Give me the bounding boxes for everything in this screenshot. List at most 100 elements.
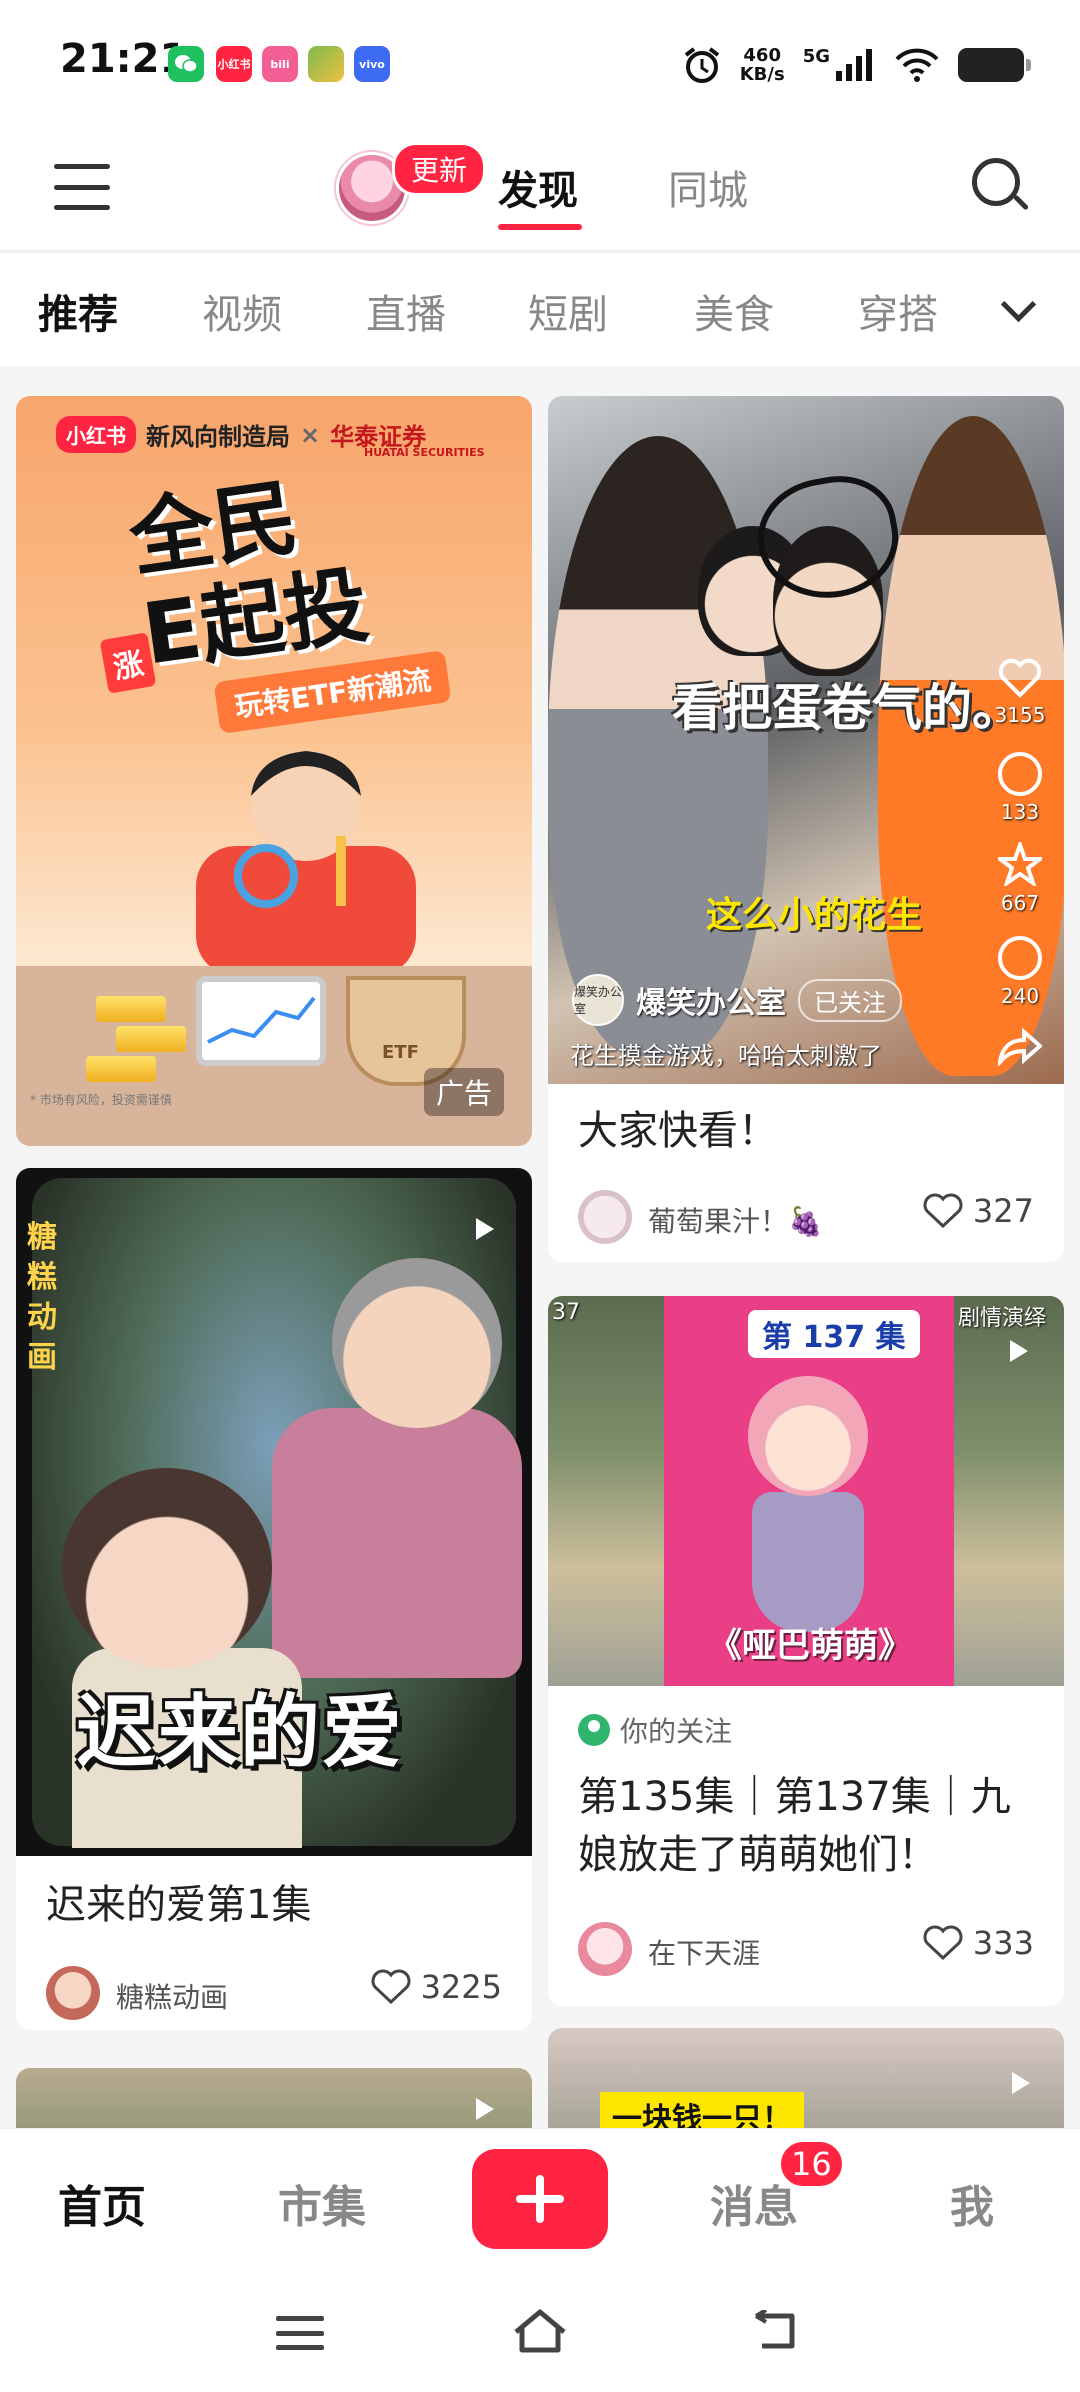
card-author[interactable]: 在下天涯 [648,1932,760,1972]
feed-card-partial[interactable] [16,2068,532,2128]
card-title: 大家快看！ [578,1108,778,1154]
video-collect-stat[interactable]: 667 [990,839,1050,915]
granny-figure [272,1408,522,1678]
play-icon [468,2094,498,2124]
cartoon-cover-title: 迟来的爱 [76,1686,404,1779]
back-icon[interactable] [752,2310,802,2352]
girl-head [62,1468,272,1668]
card-author[interactable]: 糖糕动画 [116,1976,228,2016]
category-food[interactable]: 美食 [694,282,774,340]
nav-market[interactable]: 市集 [278,2171,366,2235]
category-recommend[interactable]: 推荐 [38,282,118,340]
gold-bar [116,1026,186,1052]
ad-card[interactable]: 小红书 新风向制造局 × 华泰证券 HUATAI SECURITIES 全民 E… [16,396,532,1146]
home-icon[interactable] [512,2308,568,2356]
video-author-name: 爆笑办公室 [636,986,786,1021]
video-share-stat[interactable]: 240 [990,936,1050,1008]
video-comment-stat[interactable]: 133 [990,752,1050,824]
ad-rise-sign: 涨 [99,632,157,694]
emoji-icon [998,936,1042,980]
cartoon-brand-vertical: 糖糕动画 [27,1220,57,1375]
anime-card[interactable]: 37 剧情演绎 第 137 集 《哑巴萌萌》 你的关注 第135集｜第137集｜… [548,1296,1064,2006]
cartoon-card[interactable]: 糖糕动画 迟来的爱 迟来的爱第1集 糖糕动画 3225 [16,1168,532,2030]
video-card[interactable]: 看把蛋卷气的。 这么小的花生 3155 133 667 240 爆笑办公室 爆笑… [548,396,1064,1262]
vivo-icon: vivo [354,46,390,82]
top-header: 更新 发现 同城 [0,130,1080,252]
category-short-drama[interactable]: 短剧 [528,282,608,340]
publish-plus-button[interactable] [472,2149,608,2249]
status-bar: 21:21 小红书 bili vivo 460 KB/s 5G [0,0,1080,130]
nav-me[interactable]: 我 [950,2171,994,2235]
episode-badge: 第 137 集 [748,1310,920,1358]
anime-dress [752,1492,864,1632]
system-nav-bar [0,2268,1080,2392]
video-author[interactable]: 爆笑办公室 爆笑办公室 已关注 [572,974,902,1026]
game-icon [308,46,344,82]
wifi-icon [895,48,939,82]
app-screen: 21:21 小红书 bili vivo 460 KB/s 5G 更新 发现 同城 [0,0,1080,2392]
avatar[interactable] [578,1190,632,1244]
menu-icon[interactable] [54,164,110,210]
anime-corner-right: 剧情演绎 [957,1306,1046,1331]
video-author-avatar: 爆笑办公室 [572,974,624,1026]
search-icon[interactable] [970,156,1030,216]
play-icon [468,1214,498,1244]
bilibili-icon: bili [262,46,298,82]
category-outfit[interactable]: 穿搭 [858,282,938,340]
like-count[interactable]: 327 [923,1192,1034,1230]
chevron-down-icon[interactable] [1000,290,1034,324]
star-icon [994,839,1046,889]
xiaohongshu-icon: 小红书 [216,46,252,82]
video-like-stat[interactable]: 3155 [990,658,1050,727]
tab-discover[interactable]: 发现 [498,158,578,216]
follow-note: 你的关注 [578,1710,732,1750]
anime-corner-left: 37 [552,1300,580,1325]
heart-icon [923,1193,963,1229]
ad-tablet [196,976,326,1066]
bottom-nav: 首页 市集 消息 16 我 [0,2128,1080,2268]
avatar[interactable] [46,1966,100,2020]
recent-apps-icon[interactable] [276,2316,324,2350]
cartoon-cover-image: 糖糕动画 迟来的爱 [16,1168,532,1856]
anime-girl [748,1376,868,1496]
messages-badge: 16 [778,2139,845,2189]
ad-times: × [300,420,321,449]
card-title: 迟来的爱第1集 [46,1882,312,1928]
tab-city[interactable]: 同城 [668,158,748,216]
category-video[interactable]: 视频 [202,282,282,340]
card-title: 第135集｜第137集｜九娘放走了萌萌她们！ [578,1774,1011,1878]
signal-label: 5G [802,45,830,67]
partial-cover-text: 一块钱一只！ [600,2092,804,2128]
granny-head [332,1258,502,1428]
update-badge[interactable]: 更新 [392,142,487,196]
like-count[interactable]: 3225 [371,1968,502,2006]
status-right: 460 KB/s 5G [682,40,1031,90]
like-count[interactable]: 333 [923,1924,1034,1962]
ad-label: 广告 [423,1068,504,1116]
play-icon [1004,2068,1034,2098]
play-icon [1002,1336,1032,1366]
gold-bar [96,996,166,1022]
user-icon [578,1714,610,1746]
category-live[interactable]: 直播 [366,282,446,340]
ad-partner-en: HUATAI SECURITIES [364,446,485,459]
alarm-icon [684,47,719,83]
ad-headline: 全民 E起投 [123,468,374,684]
heart-icon [998,658,1042,698]
video-cover-image: 看把蛋卷气的。 这么小的花生 3155 133 667 240 爆笑办公室 爆笑… [548,396,1064,1084]
heart-icon [923,1925,963,1961]
ad-brand-chip: 小红书 [56,416,136,453]
avatar[interactable] [578,1922,632,1976]
anime-cover-image: 37 剧情演绎 第 137 集 《哑巴萌萌》 [548,1296,1064,1686]
card-author[interactable]: 葡萄果汁！🍇 [648,1200,823,1240]
feed-card-partial[interactable]: 一块钱一只！ [548,2028,1064,2128]
ad-illustration [196,751,416,976]
share-arrow-icon[interactable] [990,1026,1050,1071]
active-tab-indicator [498,224,582,230]
signal-icon [836,49,872,81]
nav-home[interactable]: 首页 [58,2171,146,2235]
video-description: 花生摸金游戏，哈哈太刺激了 [570,1042,882,1070]
video-caption: 看把蛋卷气的。 [672,679,1022,737]
follow-status[interactable]: 已关注 [798,978,902,1022]
net-speed: 460 KB/s [739,45,785,85]
